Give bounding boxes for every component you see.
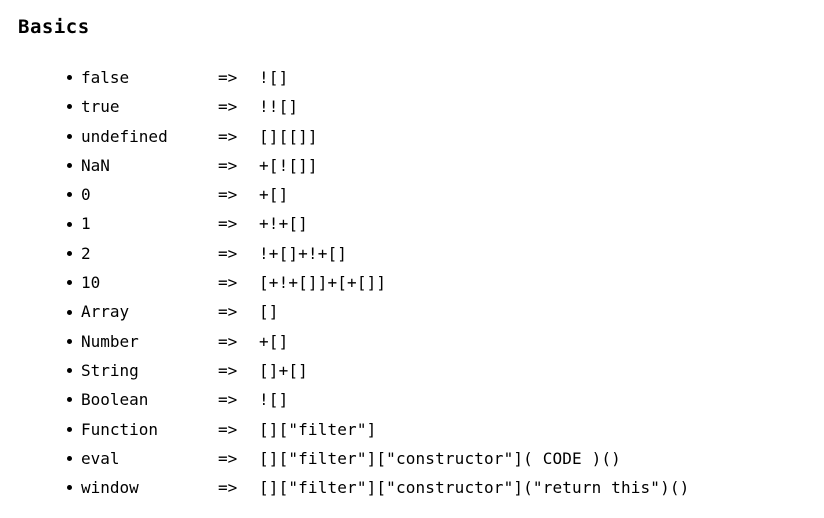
- arrow-icon: =>: [218, 126, 238, 146]
- list-item-value: []: [259, 302, 279, 322]
- list-item-value: []["filter"]: [259, 419, 377, 439]
- list-item-name: 2: [81, 243, 91, 263]
- list-item-value: !+[]+!+[]: [259, 243, 348, 263]
- bullet-icon: [67, 397, 72, 403]
- list-item-value: []+[]: [259, 360, 308, 380]
- list-item-10: String => []+[]: [0, 356, 824, 385]
- list-item-name: 10: [81, 273, 101, 293]
- list-item-2: undefined => [][[]]: [0, 122, 824, 151]
- list-item-9: Number => +[]: [0, 327, 824, 356]
- bullet-icon: [67, 75, 72, 81]
- list-item-0: false => ![]: [0, 63, 824, 92]
- page-title: Basics: [18, 16, 90, 38]
- list-item-5: 1 => +!+[]: [0, 209, 824, 238]
- list-item-name: String: [81, 360, 139, 380]
- arrow-icon: =>: [218, 419, 238, 439]
- list-item-name: NaN: [81, 155, 110, 175]
- list-item-14: window => []["filter"]["constructor"]("r…: [0, 473, 824, 502]
- list-item-name: 0: [81, 185, 91, 205]
- list-item-3: NaN => +[![]]: [0, 151, 824, 180]
- list-item-12: Function => []["filter"]: [0, 415, 824, 444]
- page-root: Basics false => ![] true => !![] undefin…: [0, 0, 824, 518]
- arrow-icon: =>: [218, 185, 238, 205]
- list-item-value: !![]: [259, 97, 299, 117]
- arrow-icon: =>: [218, 243, 238, 263]
- bullet-icon: [67, 338, 72, 344]
- list-item-13: eval => []["filter"]["constructor"]( COD…: [0, 444, 824, 473]
- list-item-value: +[![]]: [259, 155, 318, 175]
- basics-list: false => ![] true => !![] undefined => […: [0, 63, 824, 502]
- arrow-icon: =>: [218, 360, 238, 380]
- list-item-value: ![]: [259, 390, 289, 410]
- bullet-icon: [67, 104, 72, 110]
- bullet-icon: [67, 368, 72, 374]
- bullet-icon: [67, 250, 72, 256]
- list-item-value: []["filter"]["constructor"]("return this…: [259, 478, 690, 498]
- list-item-name: Array: [81, 302, 130, 322]
- list-item-name: 1: [81, 214, 91, 234]
- bullet-icon: [67, 192, 72, 198]
- arrow-icon: =>: [218, 97, 238, 117]
- list-item-1: true => !![]: [0, 92, 824, 121]
- arrow-icon: =>: [218, 478, 238, 498]
- list-item-value: []["filter"]["constructor"]( CODE )(): [259, 448, 621, 468]
- list-item-value: ![]: [259, 68, 289, 87]
- arrow-icon: =>: [218, 68, 238, 87]
- arrow-icon: =>: [218, 448, 238, 468]
- bullet-icon: [67, 221, 72, 227]
- list-item-6: 2 => !+[]+!+[]: [0, 239, 824, 268]
- list-item-4: 0 => +[]: [0, 180, 824, 209]
- bullet-icon: [67, 456, 72, 461]
- list-item-name: Function: [81, 419, 159, 439]
- list-item-value: [+!+[]]+[+[]]: [259, 273, 387, 293]
- list-item-value: +[]: [259, 331, 289, 351]
- list-item-name: eval: [81, 448, 120, 468]
- list-item-name: Number: [81, 331, 139, 351]
- bullet-icon: [67, 133, 72, 139]
- list-item-name: window: [81, 478, 139, 498]
- list-item-8: Array => []: [0, 297, 824, 326]
- list-item-name: false: [81, 68, 130, 87]
- arrow-icon: =>: [218, 302, 238, 322]
- bullet-icon: [67, 485, 72, 491]
- bullet-icon: [67, 163, 72, 169]
- list-item-name: true: [81, 97, 120, 117]
- bullet-icon: [67, 426, 72, 432]
- list-item-name: Boolean: [81, 390, 149, 410]
- list-item-value: [][[]]: [259, 126, 318, 146]
- arrow-icon: =>: [218, 214, 238, 234]
- bullet-icon: [67, 309, 72, 315]
- arrow-icon: =>: [218, 155, 238, 175]
- list-item-7: 10 => [+!+[]]+[+[]]: [0, 268, 824, 297]
- list-item-value: +[]: [259, 185, 289, 205]
- list-item-name: undefined: [81, 126, 168, 146]
- arrow-icon: =>: [218, 390, 238, 410]
- arrow-icon: =>: [218, 273, 238, 293]
- bullet-icon: [67, 280, 72, 286]
- arrow-icon: =>: [218, 331, 238, 351]
- list-item-11: Boolean => ![]: [0, 385, 824, 414]
- list-item-value: +!+[]: [259, 214, 308, 234]
